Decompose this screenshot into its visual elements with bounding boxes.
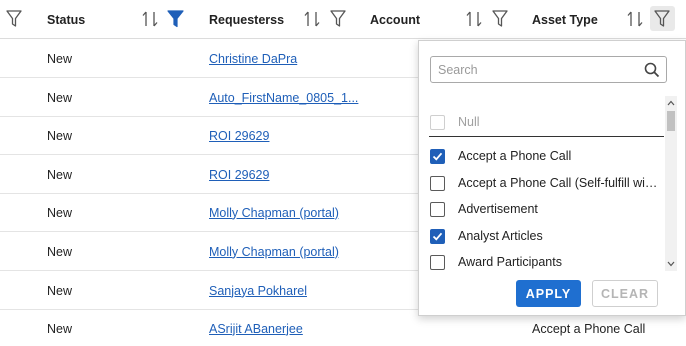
status-cell: New (47, 90, 73, 105)
option-label: Analyst Articles (458, 229, 543, 243)
status-cell: New (47, 51, 73, 66)
scrollbar[interactable] (665, 96, 677, 271)
option-label: Accept a Phone Call (458, 149, 572, 163)
status-cell: New (47, 205, 73, 220)
filter-active-icon[interactable] (167, 10, 184, 28)
status-cell: New (47, 128, 73, 143)
requester-link[interactable]: ROI 29629 (209, 116, 269, 155)
header-asset-type[interactable]: Asset Type (532, 0, 598, 39)
requester-link[interactable]: Sanjaya Pokharel (209, 271, 307, 310)
status-cell: New (47, 321, 73, 336)
option-label: Null (458, 115, 480, 129)
requester-link[interactable]: Molly Chapman (portal) (209, 193, 339, 232)
status-cell: New (47, 167, 73, 182)
table-header: Status Requesterss Account Asset Type (0, 0, 686, 39)
sort-icon[interactable] (465, 10, 483, 28)
sort-icon[interactable] (303, 10, 321, 28)
apply-button[interactable]: APPLY (516, 280, 581, 307)
asset-type-filter-popup: Search Null Accept a Phone Call Accept a… (418, 40, 686, 316)
requester-link[interactable]: Molly Chapman (portal) (209, 232, 339, 271)
status-cell: New (47, 283, 73, 298)
filter-icon[interactable] (330, 10, 346, 28)
header-requesters[interactable]: Requesterss (209, 0, 284, 39)
search-icon[interactable] (644, 62, 660, 81)
filter-option-null[interactable]: Null (419, 109, 677, 135)
scroll-down-icon[interactable] (665, 258, 677, 270)
clear-button[interactable]: CLEAR (592, 280, 658, 307)
filter-icon[interactable] (492, 10, 508, 28)
header-account[interactable]: Account (370, 0, 420, 39)
filter-option[interactable]: Accept a Phone Call (419, 143, 677, 169)
requester-link[interactable]: Christine DaPra (209, 39, 297, 78)
requester-link[interactable]: ASrijit ABanerjee (209, 309, 303, 346)
status-cell: New (47, 244, 73, 259)
checkbox[interactable] (430, 175, 445, 191)
scroll-thumb[interactable] (667, 111, 675, 131)
filter-icon[interactable] (6, 10, 22, 28)
search-input[interactable]: Search (430, 56, 667, 83)
filter-icon[interactable] (654, 10, 670, 28)
scroll-up-icon[interactable] (665, 97, 677, 109)
filter-option[interactable]: Analyst Articles (419, 223, 677, 249)
filter-option[interactable]: Award Participants (419, 249, 677, 271)
option-label: Advertisement (458, 202, 538, 216)
checkbox-checked[interactable] (430, 148, 445, 164)
option-label: Accept a Phone Call (Self-fulfill with .… (458, 176, 658, 190)
checkbox-checked[interactable] (430, 228, 445, 244)
requester-link[interactable]: ROI 29629 (209, 155, 269, 194)
checkbox[interactable] (430, 114, 445, 130)
filter-options-list[interactable]: Null Accept a Phone Call Accept a Phone … (419, 96, 677, 271)
filter-option[interactable]: Accept a Phone Call (Self-fulfill with .… (419, 170, 677, 196)
divider (429, 136, 664, 137)
option-label: Award Participants (458, 255, 562, 269)
checkbox[interactable] (430, 254, 445, 270)
checkbox[interactable] (430, 201, 445, 217)
header-status[interactable]: Status (47, 0, 85, 39)
filter-option[interactable]: Advertisement (419, 196, 677, 222)
sort-icon[interactable] (141, 10, 159, 28)
sort-icon[interactable] (626, 10, 644, 28)
requester-link[interactable]: Auto_FirstName_0805_1... (209, 78, 358, 117)
search-placeholder: Search (438, 62, 478, 77)
